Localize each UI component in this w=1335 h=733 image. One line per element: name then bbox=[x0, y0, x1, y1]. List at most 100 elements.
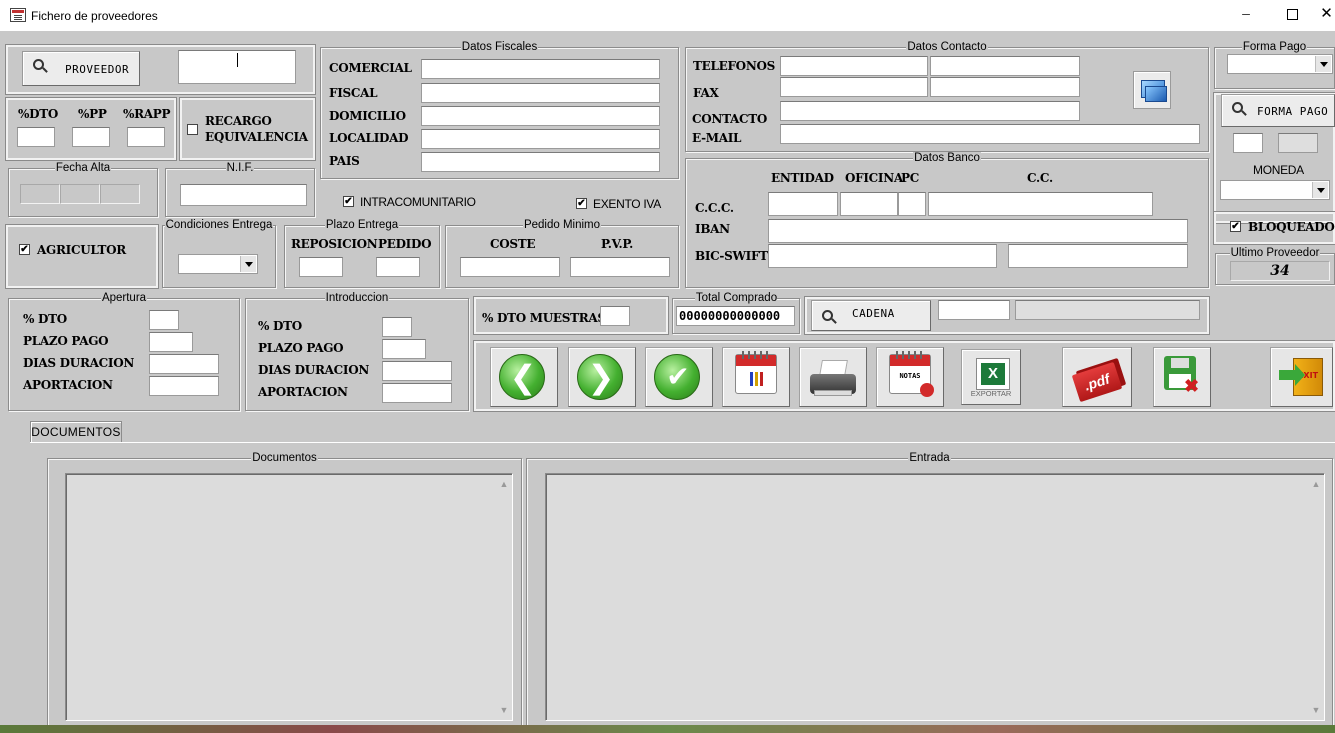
pc-label: PC bbox=[901, 171, 919, 185]
scroll-down-icon[interactable]: ▼ bbox=[498, 704, 510, 716]
entidad-label: ENTIDAD bbox=[771, 171, 834, 185]
accept-button[interactable]: ✔ bbox=[645, 347, 713, 407]
scroll-up-icon[interactable]: ▲ bbox=[1310, 478, 1322, 490]
title-bar: Fichero de proveedores – ✕ bbox=[0, 0, 1335, 31]
datos-contacto-legend: Datos Contacto bbox=[906, 41, 988, 53]
recargo-panel bbox=[179, 97, 316, 161]
dropdown-arrow-icon[interactable] bbox=[240, 256, 256, 272]
telefono2-input[interactable] bbox=[930, 56, 1080, 76]
fax1-input[interactable] bbox=[780, 77, 928, 97]
documentos-legend: Documentos bbox=[251, 452, 318, 464]
exento-iva-checkbox[interactable]: ✔ bbox=[576, 198, 587, 209]
proveedor-search-button[interactable]: PROVEEDOR bbox=[22, 51, 140, 86]
reposicion-input[interactable] bbox=[299, 257, 343, 277]
coste-input[interactable] bbox=[460, 257, 560, 277]
scroll-down-icon[interactable]: ▼ bbox=[1310, 704, 1322, 716]
pvp-input[interactable] bbox=[570, 257, 670, 277]
rapp-label: %RAPP bbox=[123, 107, 171, 121]
introduccion-aportacion-input[interactable] bbox=[382, 383, 452, 403]
introduccion-dto-input[interactable] bbox=[382, 317, 412, 337]
email-input[interactable] bbox=[780, 124, 1200, 144]
window-title: Fichero de proveedores bbox=[31, 9, 158, 23]
fecha-alta-year[interactable] bbox=[100, 184, 140, 204]
bic-swift-input[interactable] bbox=[768, 244, 997, 268]
maximize-button[interactable] bbox=[1287, 9, 1298, 20]
comercial-input[interactable] bbox=[421, 59, 660, 79]
oficina-label: OFICINA bbox=[845, 171, 903, 185]
tab-documentos[interactable]: DOCUMENTOS bbox=[30, 421, 122, 443]
pp-label: %PP bbox=[78, 107, 107, 121]
introduccion-plazo-input[interactable] bbox=[382, 339, 426, 359]
statistics-calendar-button[interactable] bbox=[722, 347, 790, 407]
telefono1-input[interactable] bbox=[780, 56, 928, 76]
desktop-background-strip bbox=[0, 725, 1335, 733]
cadena-name-input bbox=[1015, 300, 1200, 320]
documentos-list[interactable]: ▲ ▼ bbox=[65, 473, 513, 721]
oficina-input[interactable] bbox=[840, 192, 898, 216]
export-excel-button[interactable]: EXPORTAR bbox=[961, 349, 1021, 405]
apertura-aportacion-input[interactable] bbox=[149, 376, 219, 396]
rapp-input[interactable] bbox=[127, 127, 165, 147]
exit-button[interactable]: EXIT bbox=[1270, 347, 1333, 407]
contacto-input[interactable] bbox=[780, 101, 1080, 121]
apertura-dto-input[interactable] bbox=[149, 310, 179, 330]
entrada-list[interactable]: ▲ ▼ bbox=[545, 473, 1325, 721]
close-button[interactable]: ✕ bbox=[1318, 4, 1335, 24]
agricultor-label: AGRICULTOR bbox=[37, 243, 126, 257]
app-form-icon bbox=[10, 8, 26, 22]
condiciones-entrega-select[interactable] bbox=[178, 254, 258, 274]
scroll-up-icon[interactable]: ▲ bbox=[498, 478, 510, 490]
recargo-label-line2: EQUIVALENCIA bbox=[205, 130, 308, 144]
pais-input[interactable] bbox=[421, 152, 660, 172]
dropdown-arrow-icon[interactable] bbox=[1315, 56, 1331, 72]
export-pdf-button[interactable]: .pdf bbox=[1062, 347, 1132, 407]
pc-input[interactable] bbox=[898, 192, 926, 216]
apertura-plazo-input[interactable] bbox=[149, 332, 193, 352]
iban-input[interactable] bbox=[768, 219, 1188, 243]
next-record-button[interactable]: ❯ bbox=[568, 347, 636, 407]
forma-pago-search-button[interactable]: FORMA PAGO bbox=[1221, 94, 1335, 127]
cc-input[interactable] bbox=[928, 192, 1153, 216]
moneda-select[interactable] bbox=[1220, 180, 1330, 200]
apertura-dias-input[interactable] bbox=[149, 354, 219, 374]
bic-swift-extra-input[interactable] bbox=[1008, 244, 1188, 268]
cadena-search-button[interactable]: CADENA bbox=[811, 300, 931, 331]
fiscal-input[interactable] bbox=[421, 83, 660, 103]
documents-tab-control: DOCUMENTOS Documentos ▲ ▼ Entrada ▲ ▼ bbox=[30, 421, 1335, 731]
forma-pago-code2-input[interactable] bbox=[1278, 133, 1318, 153]
previous-record-button[interactable]: ❮ bbox=[490, 347, 558, 407]
exit-door-icon: EXIT bbox=[1279, 358, 1329, 396]
discard-changes-button[interactable]: ✖ bbox=[1153, 347, 1211, 407]
pp-input[interactable] bbox=[72, 127, 110, 147]
localidad-input[interactable] bbox=[421, 129, 660, 149]
recargo-label-line1: RECARGO bbox=[205, 114, 272, 128]
domicilio-input[interactable] bbox=[421, 106, 660, 126]
domicilio-label: DOMICILIO bbox=[329, 109, 406, 123]
fecha-alta-day[interactable] bbox=[20, 184, 60, 204]
coste-label: COSTE bbox=[490, 237, 536, 251]
bloqueado-checkbox[interactable]: ✔ bbox=[1230, 221, 1241, 232]
recargo-checkbox[interactable] bbox=[187, 124, 198, 135]
dto-muestras-input[interactable] bbox=[600, 306, 630, 326]
agricultor-checkbox[interactable]: ✔ bbox=[19, 244, 30, 255]
introduccion-dias-input[interactable] bbox=[382, 361, 452, 381]
arrow-right-icon: ❯ bbox=[577, 354, 623, 400]
calendar-chart-icon bbox=[735, 351, 777, 394]
nif-input[interactable] bbox=[180, 184, 307, 206]
forma-pago-select[interactable] bbox=[1227, 54, 1333, 74]
fecha-alta-month[interactable] bbox=[60, 184, 100, 204]
pedido-input[interactable] bbox=[376, 257, 420, 277]
minimize-button[interactable]: – bbox=[1236, 6, 1256, 24]
arrow-left-icon: ❮ bbox=[499, 354, 545, 400]
plazo-entrega-legend: Plazo Entrega bbox=[324, 219, 400, 231]
notes-button[interactable]: NOTAS bbox=[876, 347, 944, 407]
print-button[interactable] bbox=[799, 347, 867, 407]
forma-pago-code1-input[interactable] bbox=[1233, 133, 1263, 153]
fax2-input[interactable] bbox=[930, 77, 1080, 97]
entidad-input[interactable] bbox=[768, 192, 838, 216]
intracomunitario-checkbox[interactable]: ✔ bbox=[343, 196, 354, 207]
dto-input[interactable] bbox=[17, 127, 55, 147]
cadena-code-input[interactable] bbox=[938, 300, 1010, 320]
contact-windows-icon[interactable] bbox=[1133, 71, 1171, 109]
dropdown-arrow-icon[interactable] bbox=[1312, 182, 1328, 198]
